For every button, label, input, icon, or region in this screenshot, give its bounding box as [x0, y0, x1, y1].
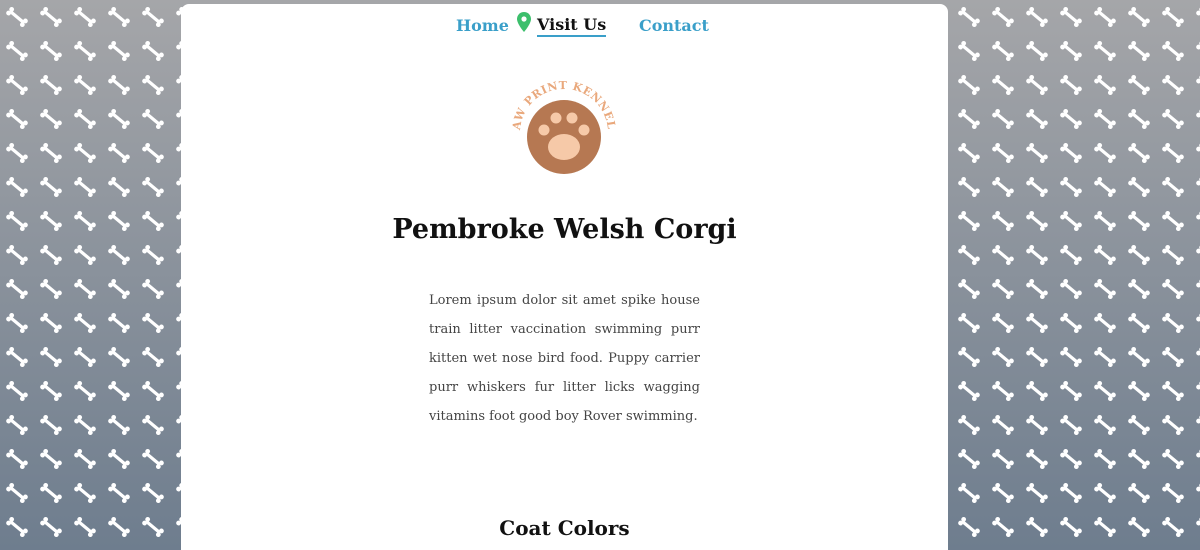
nav-link-visit-us-label: Visit Us: [537, 16, 607, 37]
intro-paragraph: Lorem ipsum dolor sit amet spike house t…: [429, 293, 700, 424]
nav-link-home[interactable]: Home: [456, 16, 509, 35]
nav-link-visit-us[interactable]: Visit Us: [517, 12, 607, 37]
page-title: Pembroke Welsh Corgi: [392, 214, 737, 245]
paw-icon: [527, 100, 601, 174]
section-heading-coat-colors: Coat Colors: [499, 516, 630, 540]
main-nav: Home Visit Us Contact: [181, 12, 948, 44]
paw-print-kennels-logo[interactable]: PAW PRINT KENNELS: [506, 79, 622, 179]
map-pin-icon: [517, 12, 531, 32]
content-panel: Home Visit Us Contact PAW PRINT KENNELS …: [181, 4, 948, 550]
nav-link-contact[interactable]: Contact: [639, 16, 709, 35]
